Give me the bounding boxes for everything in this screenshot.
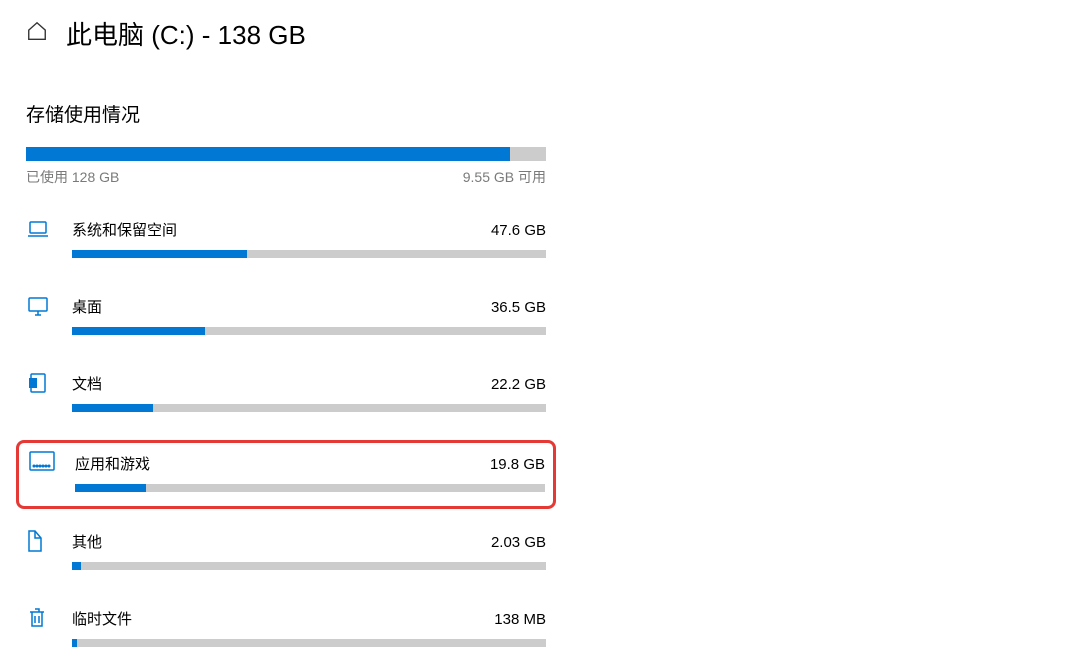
laptop-icon <box>26 217 52 246</box>
storage-content: 存储使用情况 已使用 128 GB 9.55 GB 可用 系统和保留空间 47.6… <box>26 100 546 651</box>
storage-category-document[interactable]: 文档 22.2 GB <box>26 369 546 416</box>
overall-usage-fill <box>26 147 510 161</box>
category-body: 其他 2.03 GB <box>72 531 546 570</box>
category-size: 138 MB <box>494 611 546 628</box>
category-header: 应用和游戏 19.8 GB <box>75 453 545 474</box>
category-name: 其他 <box>72 531 102 552</box>
category-body: 文档 22.2 GB <box>72 373 546 412</box>
free-label: 9.55 GB 可用 <box>463 167 546 187</box>
page-header: 此电脑 (C:) - 138 GB <box>26 15 1080 52</box>
category-header: 文档 22.2 GB <box>72 373 546 394</box>
category-size: 19.8 GB <box>490 456 545 473</box>
apps-icon <box>29 451 55 476</box>
category-fill <box>72 562 81 570</box>
category-header: 系统和保留空间 47.6 GB <box>72 219 546 240</box>
category-name: 桌面 <box>72 296 102 317</box>
storage-category-trash[interactable]: 临时文件 138 MB <box>26 604 546 651</box>
section-title: 存储使用情况 <box>26 100 546 127</box>
category-size: 47.6 GB <box>491 222 546 239</box>
other-icon <box>26 529 52 558</box>
monitor-icon <box>26 294 52 323</box>
used-label: 已使用 128 GB <box>26 167 119 187</box>
document-icon <box>26 371 52 400</box>
category-bar <box>75 484 545 492</box>
category-header: 桌面 36.5 GB <box>72 296 546 317</box>
category-bar <box>72 404 546 412</box>
category-fill <box>72 639 77 647</box>
page-title: 此电脑 (C:) - 138 GB <box>66 15 306 52</box>
category-body: 系统和保留空间 47.6 GB <box>72 219 546 258</box>
category-bar <box>72 250 546 258</box>
category-bar <box>72 327 546 335</box>
category-name: 文档 <box>72 373 102 394</box>
category-size: 2.03 GB <box>491 534 546 551</box>
storage-category-apps[interactable]: 应用和游戏 19.8 GB <box>16 440 556 509</box>
storage-category-monitor[interactable]: 桌面 36.5 GB <box>26 292 546 339</box>
category-body: 应用和游戏 19.8 GB <box>75 453 545 492</box>
category-size: 22.2 GB <box>491 376 546 393</box>
category-bar <box>72 562 546 570</box>
category-name: 临时文件 <box>72 608 132 629</box>
overall-labels: 已使用 128 GB 9.55 GB 可用 <box>26 167 546 187</box>
trash-icon <box>26 606 52 635</box>
category-body: 桌面 36.5 GB <box>72 296 546 335</box>
home-icon[interactable] <box>26 20 48 47</box>
category-bar <box>72 639 546 647</box>
storage-category-laptop[interactable]: 系统和保留空间 47.6 GB <box>26 215 546 262</box>
storage-category-other[interactable]: 其他 2.03 GB <box>26 527 546 574</box>
category-fill <box>75 484 146 492</box>
category-header: 其他 2.03 GB <box>72 531 546 552</box>
category-fill <box>72 250 247 258</box>
overall-usage-bar <box>26 147 546 161</box>
category-body: 临时文件 138 MB <box>72 608 546 647</box>
category-size: 36.5 GB <box>491 299 546 316</box>
category-fill <box>72 327 205 335</box>
category-fill <box>72 404 153 412</box>
category-name: 系统和保留空间 <box>72 219 177 240</box>
category-header: 临时文件 138 MB <box>72 608 546 629</box>
category-name: 应用和游戏 <box>75 453 150 474</box>
